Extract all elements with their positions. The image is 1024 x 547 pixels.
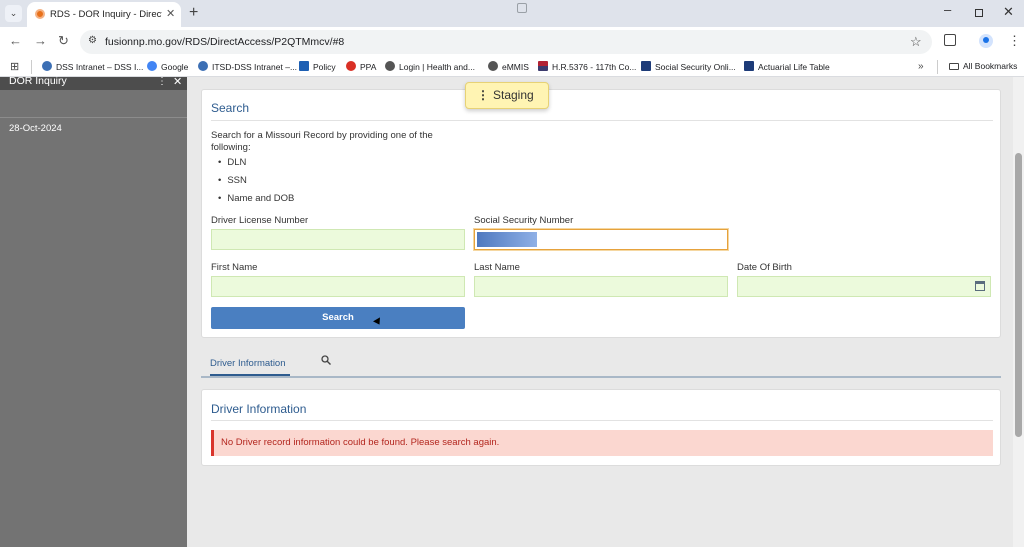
driver-info-title: Driver Information bbox=[211, 402, 307, 416]
driver-info-card: Driver Information No Driver record info… bbox=[201, 389, 1001, 466]
window-minimize-icon[interactable]: – bbox=[944, 2, 951, 17]
bookmark-item[interactable]: PPA bbox=[346, 61, 376, 75]
driver-info-divider bbox=[211, 420, 993, 421]
site-favicon-icon bbox=[35, 9, 45, 19]
dob-input[interactable] bbox=[737, 276, 991, 297]
globe-icon bbox=[385, 61, 395, 71]
bookmark-item[interactable]: Login | Health and... bbox=[385, 61, 475, 75]
url-text[interactable]: fusionnp.mo.gov/RDS/DirectAccess/P2QTMmc… bbox=[105, 36, 344, 48]
search-card: Search Search for a Missouri Record by p… bbox=[201, 89, 1001, 338]
browser-tab[interactable]: RDS - DOR Inquiry - Direct Acce ✕ bbox=[27, 2, 181, 27]
new-tab-icon[interactable]: + bbox=[189, 4, 198, 22]
active-tab-indicator bbox=[210, 374, 290, 376]
browser-menu-icon[interactable]: ⋮ bbox=[1008, 33, 1021, 49]
last-name-input[interactable] bbox=[474, 276, 728, 297]
window-restore-icon[interactable] bbox=[975, 9, 983, 17]
window-close-icon[interactable]: ✕ bbox=[1003, 4, 1014, 20]
bookmark-item[interactable]: ITSD-DSS Intranet –... bbox=[198, 61, 297, 75]
policy-icon bbox=[299, 61, 309, 71]
site-info-icon[interactable]: ⚙ bbox=[88, 35, 97, 46]
environment-badge[interactable]: ⋮ Staging bbox=[465, 82, 549, 109]
apps-grid-icon[interactable]: ⊞ bbox=[10, 60, 19, 73]
ssn-redacted-value bbox=[477, 232, 537, 247]
google-icon bbox=[147, 61, 157, 71]
calendar-icon[interactable] bbox=[975, 281, 985, 291]
first-name-label: First Name bbox=[211, 262, 258, 273]
bookmarks-divider bbox=[31, 60, 32, 74]
tab-close-icon[interactable]: ✕ bbox=[166, 7, 175, 20]
search-card-title: Search bbox=[211, 101, 250, 115]
side-panel-date: 28-Oct-2024 bbox=[9, 123, 62, 134]
profile-avatar-icon[interactable] bbox=[979, 34, 993, 48]
bookmark-item[interactable]: H.R.5376 - 117th Co... bbox=[538, 61, 636, 75]
ssa-logo-icon bbox=[641, 61, 651, 71]
bookmark-item[interactable]: DSS Intranet – DSS I... bbox=[42, 61, 143, 75]
search-option: DLN bbox=[218, 157, 246, 168]
wordpress-icon bbox=[42, 61, 52, 71]
dln-input[interactable] bbox=[211, 229, 465, 250]
dln-label: Driver License Number bbox=[211, 215, 309, 226]
tab-title: RDS - DOR Inquiry - Direct Acce bbox=[50, 9, 162, 20]
bookmark-item[interactable]: Policy bbox=[299, 61, 336, 75]
ssn-input[interactable] bbox=[474, 229, 728, 250]
dob-label: Date Of Birth bbox=[737, 262, 792, 273]
bookmark-item[interactable]: Social Security Onli... bbox=[641, 61, 736, 75]
side-panel-menu-icon[interactable]: ⋮ bbox=[157, 76, 167, 87]
side-panel-divider bbox=[0, 117, 187, 118]
tab-driver-information[interactable]: Driver Information bbox=[210, 358, 286, 369]
back-icon[interactable]: ← bbox=[9, 34, 22, 48]
bookmark-item[interactable]: eMMIS bbox=[488, 61, 529, 75]
side-panel-header: DOR Inquiry ⋮ ✕ bbox=[0, 75, 187, 90]
no-record-alert: No Driver record information could be fo… bbox=[211, 430, 993, 456]
browser-toolbar: ← → ↻ ⚙ fusionnp.mo.gov/RDS/DirectAccess… bbox=[0, 27, 1024, 57]
bookmarks-divider bbox=[937, 60, 938, 74]
environment-label: Staging bbox=[493, 88, 534, 102]
ssn-label: Social Security Number bbox=[474, 215, 574, 226]
search-tab-icon[interactable] bbox=[321, 355, 331, 365]
page-scrollbar-thumb[interactable] bbox=[1015, 153, 1022, 437]
reload-icon[interactable]: ↻ bbox=[58, 34, 69, 48]
folder-icon bbox=[949, 63, 959, 70]
result-tabs: Driver Information bbox=[201, 350, 1001, 378]
side-panel-title: DOR Inquiry bbox=[9, 75, 67, 87]
search-button[interactable]: Search bbox=[211, 307, 465, 329]
address-bar[interactable]: ⚙ fusionnp.mo.gov/RDS/DirectAccess/P2QTM… bbox=[80, 30, 932, 54]
us-flag-icon bbox=[538, 61, 548, 71]
ssa-logo-icon bbox=[744, 61, 754, 71]
side-panel-close-icon[interactable]: ✕ bbox=[173, 75, 182, 88]
search-instructions: Search for a Missouri Record by providin… bbox=[211, 130, 433, 153]
bookmark-item[interactable]: Actuarial Life Table bbox=[744, 61, 830, 75]
search-option: Name and DOB bbox=[218, 193, 294, 204]
search-option: SSN bbox=[218, 175, 247, 186]
bookmarks-bar: ⊞ DSS Intranet – DSS I... Google ITSD-DS… bbox=[0, 57, 1024, 77]
wordpress-icon bbox=[198, 61, 208, 71]
side-panel: DOR Inquiry ⋮ ✕ 28-Oct-2024 bbox=[0, 75, 187, 547]
all-bookmarks-button[interactable]: All Bookmarks bbox=[949, 61, 1017, 71]
search-card-divider bbox=[211, 120, 993, 121]
globe-icon bbox=[488, 61, 498, 71]
more-bookmarks-button[interactable]: » bbox=[918, 61, 924, 72]
tab-search-chevron-icon[interactable]: ⌄ bbox=[5, 5, 22, 22]
bookmark-star-icon[interactable]: ☆ bbox=[910, 34, 922, 50]
tomato-icon bbox=[346, 61, 356, 71]
first-name-input[interactable] bbox=[211, 276, 465, 297]
last-name-label: Last Name bbox=[474, 262, 520, 273]
browser-tabstrip: ⌄ RDS - DOR Inquiry - Direct Acce ✕ + – … bbox=[0, 0, 1024, 27]
forward-icon[interactable]: → bbox=[34, 34, 47, 48]
window-drag-icon bbox=[517, 3, 527, 13]
page-scrollbar[interactable] bbox=[1013, 77, 1024, 547]
extensions-icon[interactable] bbox=[944, 34, 956, 46]
drag-handle-icon[interactable]: ⋮ bbox=[477, 83, 489, 108]
bookmark-item[interactable]: Google bbox=[147, 61, 188, 75]
